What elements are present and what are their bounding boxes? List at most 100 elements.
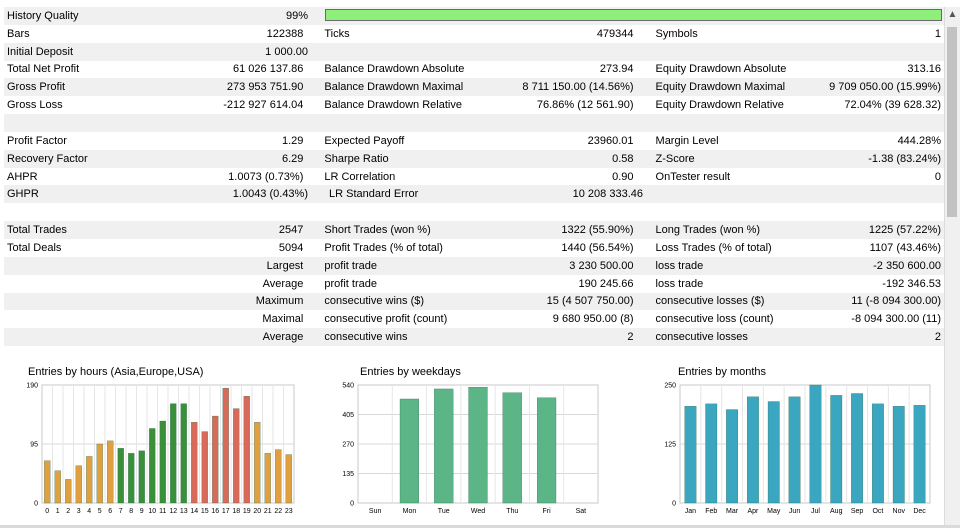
gross-profit-value: 273 953 751.90 (226, 81, 304, 94)
x-tick-label: 13 (180, 508, 188, 515)
avg-cons-losses-value: 2 (934, 331, 941, 344)
scroll-up-icon[interactable]: ▲ (945, 9, 960, 20)
max-cons-wins-label: consecutive wins ($) (324, 295, 425, 308)
maximal-cons-profit-label: consecutive profit (count) (324, 313, 448, 326)
y-tick-label: 405 (342, 412, 354, 419)
y-tick-label: 95 (30, 442, 38, 449)
ontester-value: 0 (934, 170, 941, 183)
largest-profit-label: profit trade (324, 259, 377, 272)
vertical-scrollbar[interactable]: ▲ (944, 7, 960, 528)
bar (747, 396, 759, 504)
row-spacer (4, 346, 944, 364)
x-tick-label: Mar (726, 508, 739, 515)
y-tick-label: 0 (350, 501, 354, 508)
x-tick-label: 8 (129, 508, 133, 515)
x-tick-label: Tue (438, 508, 450, 515)
lr-std-error-label: LR Standard Error (329, 188, 419, 201)
x-tick-label: Thu (506, 508, 518, 515)
x-tick-label: 23 (285, 508, 293, 515)
bar (705, 403, 718, 504)
bar (809, 384, 822, 504)
bar (275, 449, 282, 504)
average-loss-value: -192 346.53 (882, 277, 941, 290)
balance-dd-rel-label: Balance Drawdown Relative (324, 99, 462, 112)
row-average-consecutive: Average consecutive wins 2 consecutive lo… (4, 328, 944, 347)
z-score-label: Z-Score (655, 152, 695, 165)
x-tick-label: Jun (789, 508, 800, 515)
bar (788, 396, 801, 504)
row-bars: Bars 122388 Ticks 479344 Symbols 1 (4, 25, 944, 43)
bar (138, 450, 145, 504)
profit-factor-label: Profit Factor (7, 134, 67, 147)
short-trades-value: 1322 (55.90%) (561, 224, 634, 237)
loss-trades-value: 1107 (43.46%) (869, 241, 941, 254)
x-tick-label: 12 (169, 508, 177, 515)
average-loss-label: loss trade (655, 277, 704, 290)
x-tick-label: 7 (119, 508, 123, 515)
balance-dd-abs-value: 273.94 (599, 63, 634, 76)
equity-dd-abs-value: 313.16 (907, 63, 941, 76)
symbols-value: 1 (934, 27, 941, 40)
short-trades-label: Short Trades (won %) (324, 224, 431, 237)
history-quality-value: 99% (285, 9, 308, 22)
row-net-profit: Total Net Profit 61 026 137.86 Balance Dr… (4, 61, 944, 79)
x-tick-label: 16 (211, 508, 219, 515)
average-profit-value: 190 245.66 (578, 277, 634, 290)
x-tick-label: Apr (747, 508, 759, 515)
scrollbar-thumb[interactable] (947, 27, 957, 217)
x-tick-label: 1 (56, 508, 60, 515)
bars-value: 122388 (266, 27, 304, 40)
bar (913, 405, 926, 504)
gross-loss-label: Gross Loss (7, 99, 63, 112)
chart-weekdays-svg: 540 405 270 135 0 Sun Mon Tue Wed Thu Fri Sat (342, 383, 599, 515)
bar (684, 406, 697, 504)
row-largest: Largest profit trade 3 230 500.00 loss tr… (4, 256, 944, 275)
bar (233, 408, 240, 504)
balance-dd-max-label: Balance Drawdown Maximal (324, 81, 464, 94)
ghpr-label: GHPR (7, 188, 39, 201)
x-tick-label: 4 (87, 508, 91, 515)
row-gross-profit: Gross Profit 273 953 751.90 Balance Drawd… (4, 78, 944, 97)
y-tick-label: 190 (26, 383, 38, 390)
x-tick-label: 5 (98, 508, 102, 515)
total-trades-value: 2547 (278, 224, 304, 237)
bar (222, 387, 229, 504)
x-tick-label: 22 (274, 508, 282, 515)
x-tick-label: Fri (542, 508, 551, 515)
profit-factor-value: 1.29 (281, 134, 304, 147)
chart-hours-svg: 1909500 1 2 3 4 5 6 7 8 9 10 11 12 13 14 15 16 17 18 19 20 21… (26, 383, 295, 515)
chart-entries-by-hours: 190 95 0 0 1 2 3 4 5 6 7 8 9 10 11 12 13 14 15 16 17 18 19 20 21… (6, 364, 306, 524)
row-maximal: Maximal consecutive profit (count) 9 680 … (4, 310, 944, 328)
history-quality-bar (325, 9, 942, 21)
bar (434, 388, 454, 504)
symbols-label: Symbols (655, 27, 698, 40)
row-spacer (4, 203, 944, 221)
y-tick-label: 250 (664, 383, 676, 390)
x-tick-label: Nov (893, 508, 906, 515)
x-tick-label: Sun (369, 508, 382, 515)
expected-payoff-label: Expected Payoff (324, 134, 405, 147)
y-tick-label: 0 (34, 501, 38, 508)
largest-loss-value: -2 350 600.00 (873, 259, 941, 272)
lr-std-error-value: 10 208 333.46 (572, 188, 643, 201)
row-recovery-factor: Recovery Factor 6.29 Sharpe Ratio 0.58 Z-S… (4, 149, 944, 168)
total-deals-value: 5094 (278, 241, 304, 254)
average2-label: Average (262, 331, 304, 344)
bar (128, 453, 135, 504)
balance-dd-abs-label: Balance Drawdown Absolute (324, 63, 465, 76)
balance-dd-max-value: 8 711 150.00 (14.56%) (522, 81, 634, 94)
row-average: Average profit trade 190 245.66 loss trad… (4, 275, 944, 293)
x-tick-label: 2 (66, 508, 70, 515)
x-tick-label: 21 (264, 508, 272, 515)
bar (399, 398, 420, 504)
bar (117, 448, 124, 504)
max-cons-losses-label: consecutive losses ($) (655, 295, 765, 308)
maximal-cons-profit-value: 9 680 950.00 (8) (552, 313, 634, 326)
max-cons-wins-value: 15 (4 507 750.00) (546, 295, 634, 308)
equity-dd-rel-label: Equity Drawdown Relative (655, 99, 784, 112)
bar (149, 428, 156, 504)
x-tick-label: 9 (140, 508, 144, 515)
x-tick-label: Feb (705, 508, 717, 515)
bar (201, 431, 208, 504)
row-spacer (4, 114, 944, 132)
